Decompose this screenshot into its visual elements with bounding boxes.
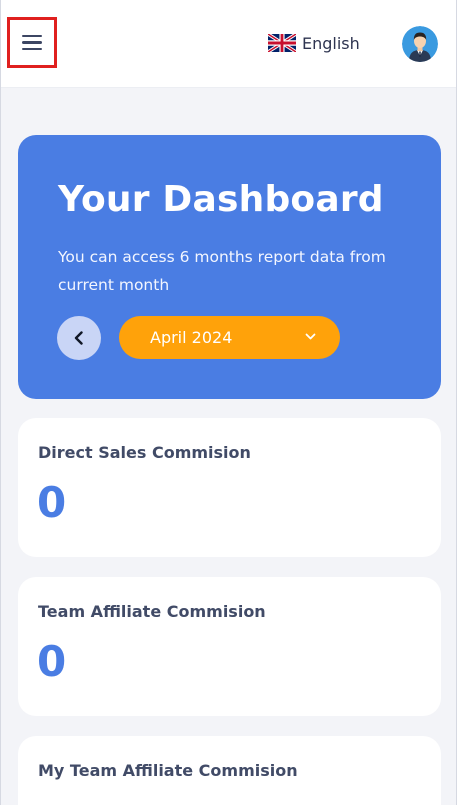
selected-month-label: April 2024 [150,328,233,347]
card-title: Direct Sales Commision [38,443,251,462]
user-avatar[interactable] [402,26,438,62]
language-label: English [302,33,360,53]
page-title: Your Dashboard [58,179,384,220]
top-bar: English [1,0,456,88]
chevron-down-icon [305,333,316,340]
hamburger-menu-icon [22,34,42,51]
uk-flag-icon [268,34,296,52]
previous-month-button[interactable] [57,316,101,360]
card-value: 0 [37,478,67,527]
team-affiliate-commission-card: Team Affiliate Commision 0 [18,577,441,716]
month-select-dropdown[interactable]: April 2024 [119,316,340,359]
my-team-affiliate-commission-card: My Team Affiliate Commision [18,736,441,805]
user-avatar-icon [402,26,438,62]
dashboard-hero-card: Your Dashboard You can access 6 months r… [18,135,441,399]
card-title: Team Affiliate Commision [38,602,266,621]
card-title: My Team Affiliate Commision [38,761,298,780]
direct-sales-commission-card: Direct Sales Commision 0 [18,418,441,557]
card-value: 0 [37,637,67,686]
language-selector[interactable]: English [268,32,360,54]
app-frame: English Your Dashboard You can access 6 … [0,0,457,805]
hero-subtitle: You can access 6 months report data from… [58,248,386,294]
chevron-left-icon [74,331,83,345]
menu-button[interactable] [7,17,57,68]
